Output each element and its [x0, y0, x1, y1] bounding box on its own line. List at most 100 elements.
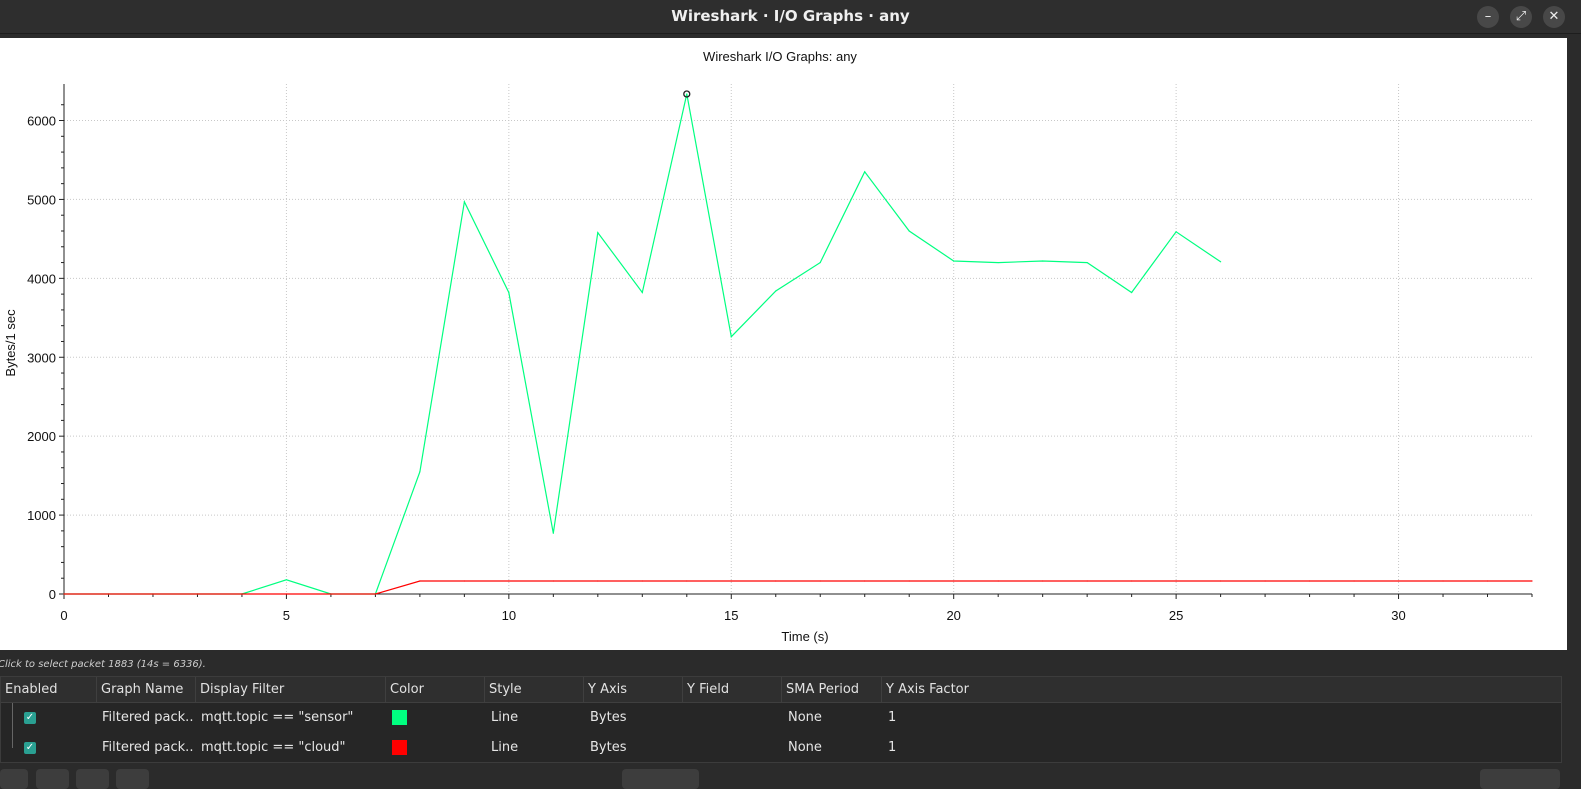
- data-point: [730, 336, 732, 338]
- data-point: [775, 290, 777, 292]
- color-swatch[interactable]: [392, 740, 407, 755]
- table-header: Enabled Graph Name Display Filter Color …: [1, 677, 1561, 703]
- table-row[interactable]: ✓ Filtered pack... mqtt.topic == "sensor…: [1, 703, 1561, 733]
- x-tick-label: 15: [724, 608, 738, 623]
- header-sma-period[interactable]: SMA Period: [782, 677, 882, 702]
- y-field-cell[interactable]: [689, 703, 779, 733]
- y-tick-label: 6000: [27, 114, 56, 129]
- style-cell[interactable]: Line: [491, 733, 581, 763]
- sma-period-cell[interactable]: None: [788, 733, 878, 763]
- copy-graph-button[interactable]: [76, 769, 109, 789]
- close-icon[interactable]: ✕: [1543, 6, 1565, 28]
- remove-graph-button[interactable]: [36, 769, 69, 789]
- display-filter-cell[interactable]: mqtt.topic == "cloud": [201, 733, 381, 763]
- data-point: [1486, 580, 1489, 582]
- data-point: [374, 593, 376, 595]
- x-tick-label: 5: [283, 608, 290, 623]
- header-color[interactable]: Color: [386, 677, 485, 702]
- data-point: [1442, 580, 1444, 582]
- data-point: [597, 231, 599, 234]
- header-enabled[interactable]: Enabled: [1, 677, 97, 702]
- y-axis-factor-cell[interactable]: 1: [888, 733, 978, 763]
- x-tick-label: 10: [502, 608, 516, 623]
- maximize-icon[interactable]: ⤢: [1510, 6, 1532, 28]
- y-tick-label: 2000: [27, 429, 56, 444]
- data-point: [1264, 580, 1266, 582]
- data-point: [419, 471, 421, 473]
- y-tick-label: 5000: [27, 192, 56, 207]
- data-point: [641, 291, 643, 294]
- y-tick-label: 1000: [27, 508, 56, 523]
- data-point: [1131, 291, 1133, 294]
- header-y-axis-factor[interactable]: Y Axis Factor: [882, 677, 1002, 702]
- header-graph-name[interactable]: Graph Name: [97, 677, 196, 702]
- table-row[interactable]: ✓ Filtered pack... mqtt.topic == "cloud"…: [1, 733, 1561, 763]
- data-point: [241, 593, 243, 595]
- y-axis-cell[interactable]: Bytes: [590, 703, 680, 733]
- close-button[interactable]: [1480, 769, 1560, 789]
- chart-title: Wireshark I/O Graphs: any: [703, 49, 857, 64]
- data-point: [63, 593, 65, 595]
- header-y-axis[interactable]: Y Axis: [584, 677, 683, 702]
- data-point: [1531, 580, 1533, 582]
- data-point: [730, 580, 732, 582]
- x-tick-label: 0: [60, 608, 67, 623]
- data-point: [196, 593, 199, 595]
- color-swatch[interactable]: [392, 710, 407, 725]
- data-point: [1131, 580, 1133, 582]
- data-point: [1175, 231, 1177, 233]
- interval-combo[interactable]: [622, 769, 699, 789]
- y-axis-cell[interactable]: Bytes: [590, 733, 680, 763]
- data-point: [953, 580, 955, 582]
- io-graph-plot[interactable]: Wireshark I/O Graphs: any 0 5 10 15 20 25 30 0 1…: [0, 38, 1567, 650]
- add-graph-button[interactable]: [0, 769, 28, 789]
- style-cell[interactable]: Line: [491, 703, 581, 733]
- data-point: [908, 230, 910, 232]
- y-tick-label: 4000: [27, 271, 56, 286]
- data-point: [1220, 580, 1222, 582]
- clear-graphs-button[interactable]: [116, 769, 149, 789]
- graph-table[interactable]: Enabled Graph Name Display Filter Color …: [0, 676, 1562, 763]
- data-point: [508, 291, 510, 294]
- graph-name-cell[interactable]: Filtered pack...: [102, 703, 194, 733]
- x-axis-label: Time (s): [781, 629, 828, 644]
- data-point: [463, 201, 465, 203]
- header-display-filter[interactable]: Display Filter: [196, 677, 386, 702]
- header-y-field[interactable]: Y Field: [683, 677, 782, 702]
- sma-period-cell[interactable]: None: [788, 703, 878, 733]
- enabled-checkbox[interactable]: ✓: [24, 742, 36, 754]
- data-point: [1175, 580, 1177, 582]
- data-point: [463, 580, 465, 582]
- data-point: [330, 593, 332, 595]
- status-hint: Click to select packet 1883 (14s = 6336)…: [0, 659, 206, 670]
- graph-name-cell[interactable]: Filtered pack...: [102, 733, 194, 763]
- display-filter-cell[interactable]: mqtt.topic == "sensor": [201, 703, 381, 733]
- title-bar: Wireshark · I/O Graphs · any – ⤢ ✕: [0, 0, 1581, 34]
- data-point: [641, 580, 643, 582]
- window-title: Wireshark · I/O Graphs · any: [671, 7, 910, 25]
- x-tick-label: 20: [946, 608, 960, 623]
- x-tick-label: 30: [1391, 608, 1405, 623]
- y-axis-label: Bytes/1 sec: [3, 309, 18, 377]
- data-point: [997, 580, 999, 582]
- data-point: [1220, 261, 1222, 263]
- y-axis-factor-cell[interactable]: 1: [888, 703, 978, 733]
- data-point: [1042, 580, 1044, 582]
- data-point: [908, 580, 910, 582]
- button-bar: [0, 763, 1581, 789]
- header-style[interactable]: Style: [485, 677, 584, 702]
- data-point: [1086, 261, 1088, 264]
- axes: 0 5 10 15 20 25 30 0 1000 2000 3000 4000 5000 6000: [27, 84, 1533, 623]
- y-tick-label: 0: [49, 587, 56, 602]
- data-point: [552, 532, 554, 534]
- data-point: [508, 580, 510, 582]
- enabled-checkbox[interactable]: ✓: [24, 712, 36, 724]
- series-line-0: [64, 93, 1221, 595]
- chart-svg[interactable]: Wireshark I/O Graphs: any 0 5 10 15 20 25 30 0 1…: [0, 38, 1567, 650]
- data-point: [686, 93, 688, 95]
- y-tick-label: 3000: [27, 350, 56, 365]
- data-point: [819, 580, 821, 582]
- minimize-icon[interactable]: –: [1477, 6, 1499, 28]
- y-field-cell[interactable]: [689, 733, 779, 763]
- data-point: [1308, 580, 1311, 582]
